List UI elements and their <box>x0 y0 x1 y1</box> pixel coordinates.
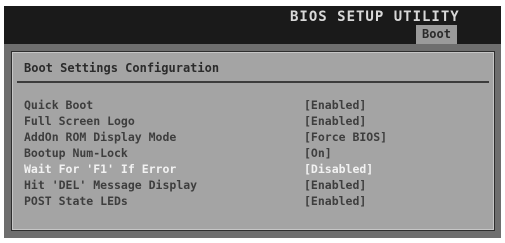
setting-value[interactable]: [Enabled] <box>304 113 366 129</box>
setting-value[interactable]: [Enabled] <box>304 177 366 193</box>
setting-full-screen-logo[interactable]: Full Screen Logo [Enabled] <box>24 113 484 129</box>
setting-label: Quick Boot <box>24 98 94 112</box>
divider <box>17 81 489 83</box>
title-bar: BIOS SETUP UTILITY Boot <box>4 6 501 44</box>
setting-post-state-leds[interactable]: POST State LEDs [Enabled] <box>24 193 484 209</box>
bios-title: BIOS SETUP UTILITY <box>290 9 460 25</box>
bios-screen: BIOS SETUP UTILITY Boot Boot Settings Co… <box>4 6 501 238</box>
setting-value[interactable]: [Enabled] <box>304 193 366 209</box>
setting-hit-del-message[interactable]: Hit 'DEL' Message Display [Enabled] <box>24 177 484 193</box>
setting-value[interactable]: [Force BIOS] <box>304 129 387 145</box>
setting-label: Hit 'DEL' Message Display <box>24 178 198 192</box>
setting-label: Full Screen Logo <box>24 114 135 128</box>
tab-boot[interactable]: Boot <box>416 25 457 44</box>
setting-label: Wait For 'F1' If Error <box>24 162 177 176</box>
setting-addon-rom-display-mode[interactable]: AddOn ROM Display Mode [Force BIOS] <box>24 129 484 145</box>
setting-label: POST State LEDs <box>24 194 128 208</box>
setting-wait-for-f1[interactable]: Wait For 'F1' If Error [Disabled] <box>24 161 484 177</box>
setting-bootup-num-lock[interactable]: Bootup Num-Lock [On] <box>24 145 484 161</box>
setting-label: Bootup Num-Lock <box>24 146 128 160</box>
setting-label: AddOn ROM Display Mode <box>24 130 177 144</box>
setting-value[interactable]: [On] <box>304 145 332 161</box>
setting-value[interactable]: [Disabled] <box>304 161 373 177</box>
panel-title: Boot Settings Configuration <box>24 61 220 75</box>
setting-value[interactable]: [Enabled] <box>304 97 366 113</box>
boot-settings-panel: Boot Settings Configuration Quick Boot [… <box>11 51 495 231</box>
setting-quick-boot[interactable]: Quick Boot [Enabled] <box>24 97 484 113</box>
